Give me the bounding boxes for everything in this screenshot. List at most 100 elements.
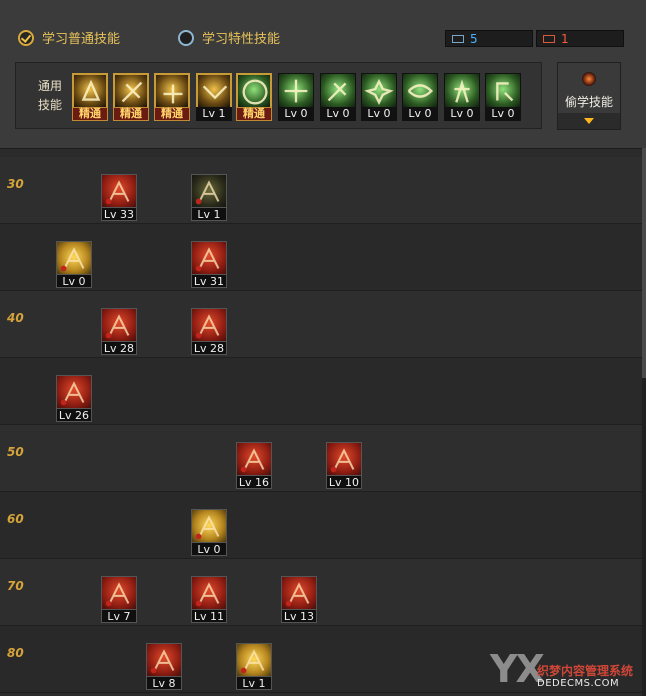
skill-level: Lv 33 [101,207,137,221]
skill-tier-row: 30 [0,157,642,224]
blue-points-value: 5 [470,31,478,46]
red-points-value: 1 [561,31,569,46]
tab-normal-label: 学习普通技能 [42,32,121,47]
common-skill-11[interactable]: Lv 0 [485,73,521,121]
common-skill-3[interactable]: 精通 [154,73,190,121]
skill-level: Lv 0 [56,274,92,288]
spear-icon [56,375,92,411]
tree-skill-6[interactable]: Lv 28 [191,308,227,356]
skill-tier-row: 50 [0,425,642,492]
common-skill-7[interactable]: Lv 0 [320,73,356,121]
tree-skill-12[interactable]: Lv 11 [191,576,227,624]
tree-skill-9[interactable]: Lv 10 [326,442,362,490]
tree-skill-14[interactable]: Lv 8 [146,643,182,691]
berserk-icon [101,576,137,612]
tab-trait-skills[interactable]: 学习特性技能 [178,28,280,47]
tree-skill-3[interactable]: Lv 0 [56,241,92,289]
tier-level-label: 60 [7,512,24,526]
skill-level: Lv 0 [402,107,438,121]
red-skill-points: 1 [536,30,624,47]
book-icon [543,34,555,43]
tree-skill-11[interactable]: Lv 7 [101,576,137,624]
tree-skill-1[interactable]: Lv 33 [101,174,137,222]
skill-level: Lv 8 [146,676,182,690]
skill-level: Lv 16 [236,475,272,489]
watermark-logo: YX [490,647,545,691]
common-skill-1[interactable]: 精通 [72,73,108,121]
skill-tier-row [0,358,642,425]
kick-icon [320,73,356,109]
tier-level-label: 40 [7,311,24,325]
orb-icon [582,72,596,86]
steal-skill-button[interactable]: 偷学技能 [557,62,621,130]
skill-level: Lv 0 [320,107,356,121]
tree-skill-5[interactable]: Lv 28 [101,308,137,356]
skill-level: 精通 [236,107,272,121]
watermark-text: 织梦内容管理系统 [537,664,634,678]
common-skill-2[interactable]: 精通 [113,73,149,121]
skill-level: Lv 0 [278,107,314,121]
stance-icon [485,73,521,109]
skill-level: Lv 0 [444,107,480,121]
tab-normal-skills[interactable]: 学习普通技能 [18,28,120,47]
skill-level: Lv 13 [281,609,317,623]
tree-skill-2[interactable]: Lv 1 [191,174,227,222]
flame-ring-icon [281,576,317,612]
flame-swirl-icon [191,576,227,612]
common-label-line2: 技能 [37,98,62,112]
skill-panel-header: 学习普通技能 学习特性技能 5 1 通用 技能 精通 精通 精通 Lv 1 精通 Lv 0… [0,0,646,149]
scrollbar[interactable] [642,148,646,696]
aura-figure-icon [236,442,272,478]
buff-figure-icon [444,73,480,109]
common-skill-5[interactable]: 精通 [236,73,272,121]
skill-level: Lv 1 [191,207,227,221]
fury-icon [326,442,362,478]
skill-level: Lv 31 [191,274,227,288]
common-skills-box: 通用 技能 精通 精通 精通 Lv 1 精通 Lv 0 Lv 0 Lv 0 Lv 0 Lv 0 Lv… [15,62,542,129]
triangle-down-icon [584,118,594,124]
watermark: YX 织梦内容管理系统 DEDECMS.COM [480,642,646,696]
checked-radio-icon [18,29,34,46]
tree-skill-13[interactable]: Lv 13 [281,576,317,624]
common-skill-8[interactable]: Lv 0 [361,73,397,121]
beast-icon [146,643,182,679]
tab-trait-label: 学习特性技能 [202,32,281,47]
common-skill-6[interactable]: Lv 0 [278,73,314,121]
skill-level: 精通 [113,107,149,121]
crosshair-icon [278,73,314,109]
skill-level: Lv 28 [101,341,137,355]
tree-skill-7[interactable]: Lv 26 [56,375,92,423]
tree-skill-4[interactable]: Lv 31 [191,241,227,289]
book-icon [452,34,464,43]
tier-level-label: 30 [7,177,24,191]
watermark-sub: DEDECMS.COM [537,678,620,689]
skill-level: Lv 1 [236,676,272,690]
skill-level: Lv 7 [101,609,137,623]
spark-figure-icon [361,73,397,109]
tree-skill-8[interactable]: Lv 16 [236,442,272,490]
skill-level: Lv 0 [191,542,227,556]
common-skill-10[interactable]: Lv 0 [444,73,480,121]
skill-level: Lv 26 [56,408,92,422]
skill-level: Lv 28 [191,341,227,355]
blue-skill-points: 5 [445,30,533,47]
tree-skill-15[interactable]: Lv 1 [236,643,272,691]
skill-tier-row: 40 [0,291,642,358]
scrollbar-thumb[interactable] [642,148,646,378]
wings-icon [196,73,232,109]
skill-level: Lv 11 [191,609,227,623]
tier-level-label: 50 [7,445,24,459]
common-skill-4[interactable]: Lv 1 [196,73,232,121]
tree-skill-10[interactable]: Lv 0 [191,509,227,557]
skill-tree: 30 40 50 60 70 80 Lv 33 Lv 1 Lv 0 Lv 31 Lv 28 Lv 28… [0,157,642,696]
explosion-icon [101,308,137,344]
skill-level: 精通 [154,107,190,121]
claw-icon [191,241,227,277]
dropdown-arrow[interactable] [558,113,620,129]
eye-icon [402,73,438,109]
crescent-icon [191,174,227,210]
target-icon [236,73,272,109]
impact-icon [191,308,227,344]
tier-level-label: 80 [7,646,24,660]
common-skill-9[interactable]: Lv 0 [402,73,438,121]
